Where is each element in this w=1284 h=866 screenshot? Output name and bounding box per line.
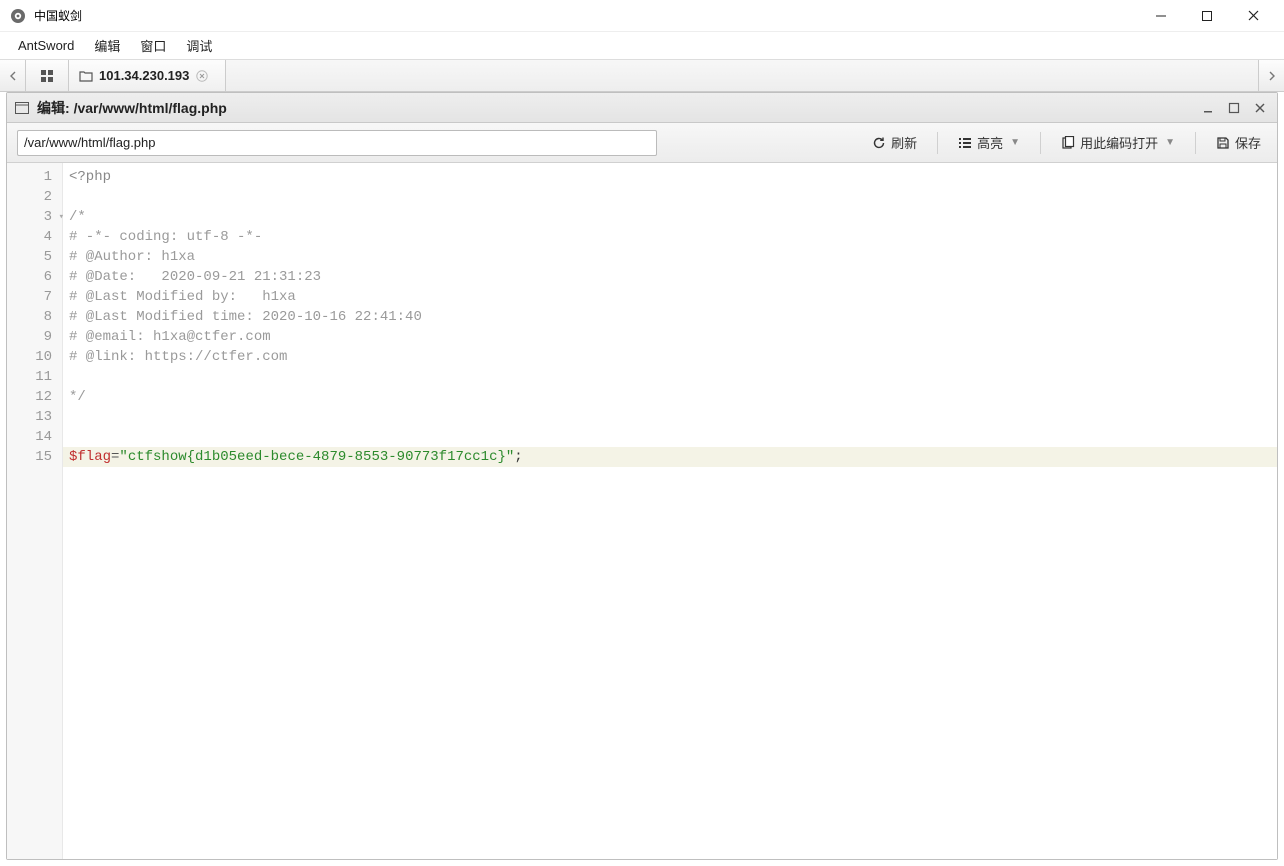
line-number: 7 (7, 287, 62, 307)
save-button[interactable]: 保存 (1210, 129, 1267, 157)
grid-icon (40, 69, 54, 83)
chevron-down-icon: ▼ (1010, 137, 1020, 148)
code-line[interactable] (63, 427, 1277, 447)
tab-filemanager[interactable]: 101.34.230.193 (69, 60, 226, 91)
divider (1040, 132, 1041, 154)
save-label: 保存 (1235, 133, 1261, 152)
code-line[interactable] (63, 407, 1277, 427)
line-number: 1 (7, 167, 62, 187)
editor-toolbar: 刷新 高亮 ▼ 用此编码打开 ▼ 保存 (7, 123, 1277, 163)
menu-debug[interactable]: 调试 (176, 32, 222, 59)
panel-header: 编辑: /var/www/html/flag.php (7, 93, 1277, 123)
code-line[interactable] (63, 367, 1277, 387)
code-line[interactable]: */ (63, 387, 1277, 407)
line-number: 9 (7, 327, 62, 347)
panel-minimize-button[interactable] (1199, 99, 1217, 117)
path-input[interactable] (17, 130, 657, 156)
save-icon (1216, 136, 1230, 150)
menu-bar: AntSword 编辑 窗口 调试 (0, 32, 1284, 60)
code-line[interactable]: <?php (63, 167, 1277, 187)
panel-title: 编辑: /var/www/html/flag.php (37, 98, 227, 118)
code-line[interactable]: # -*- coding: utf-8 -*- (63, 227, 1277, 247)
line-number: 15 (7, 447, 62, 467)
tab-strip: 101.34.230.193 (0, 60, 1284, 92)
line-number: 8 (7, 307, 62, 327)
menu-antsword[interactable]: AntSword (8, 34, 84, 57)
code-line[interactable]: # @email: h1xa@ctfer.com (63, 327, 1277, 347)
window-title-bar: 中国蚁剑 (0, 0, 1284, 32)
line-number: 6 (7, 267, 62, 287)
encoding-icon (1061, 136, 1075, 150)
line-number: 2 (7, 187, 62, 207)
open-with-encoding-button[interactable]: 用此编码打开 ▼ (1055, 129, 1181, 157)
code-line[interactable]: # @link: https://ctfer.com (63, 347, 1277, 367)
line-number: 5 (7, 247, 62, 267)
code-area[interactable]: <?php /*# -*- coding: utf-8 -*-# @Author:… (63, 163, 1277, 859)
refresh-label: 刷新 (891, 133, 917, 152)
scrollbar-vertical[interactable] (1267, 163, 1277, 859)
code-line[interactable]: # @Date: 2020-09-21 21:31:23 (63, 267, 1277, 287)
folder-icon (79, 70, 93, 82)
refresh-icon (872, 136, 886, 150)
code-line[interactable] (63, 187, 1277, 207)
code-line[interactable]: # @Last Modified time: 2020-10-16 22:41:… (63, 307, 1277, 327)
menu-window[interactable]: 窗口 (130, 32, 176, 59)
editor-panel: 编辑: /var/www/html/flag.php 刷新 高亮 ▼ (6, 92, 1278, 860)
tab-nav-prev[interactable] (0, 60, 26, 91)
code-line[interactable]: /* (63, 207, 1277, 227)
highlight-button[interactable]: 高亮 ▼ (952, 129, 1026, 157)
tab-home[interactable] (26, 60, 69, 91)
line-number: 3 (7, 207, 62, 227)
maximize-button[interactable] (1184, 0, 1230, 32)
line-number: 12 (7, 387, 62, 407)
menu-edit[interactable]: 编辑 (84, 32, 130, 59)
window-title: 中国蚁剑 (34, 7, 82, 24)
code-editor[interactable]: 123456789101112131415 <?php/*# -*- codin… (7, 163, 1277, 859)
line-number: 13 (7, 407, 62, 427)
divider (937, 132, 938, 154)
chevron-down-icon: ▼ (1165, 137, 1175, 148)
tab-close-icon[interactable] (195, 69, 209, 83)
panel-close-button[interactable] (1251, 99, 1269, 117)
list-icon (958, 136, 972, 150)
open-with-encoding-label: 用此编码打开 (1080, 133, 1158, 152)
code-line[interactable]: $flag="ctfshow{d1b05eed-bece-4879-8553-9… (63, 447, 1277, 467)
tab-nav-next[interactable] (1258, 60, 1284, 91)
highlight-label: 高亮 (977, 133, 1003, 152)
divider (1195, 132, 1196, 154)
code-line[interactable]: # @Author: h1xa (63, 247, 1277, 267)
line-number: 4 (7, 227, 62, 247)
line-number: 14 (7, 427, 62, 447)
code-line[interactable]: # @Last Modified by: h1xa (63, 287, 1277, 307)
line-number: 10 (7, 347, 62, 367)
close-button[interactable] (1230, 0, 1276, 32)
refresh-button[interactable]: 刷新 (866, 129, 923, 157)
gutter: 123456789101112131415 (7, 163, 63, 859)
app-icon (10, 8, 26, 24)
line-number: 11 (7, 367, 62, 387)
window-icon (15, 102, 29, 114)
panel-maximize-button[interactable] (1225, 99, 1243, 117)
minimize-button[interactable] (1138, 0, 1184, 32)
tab-label: 101.34.230.193 (99, 68, 189, 83)
